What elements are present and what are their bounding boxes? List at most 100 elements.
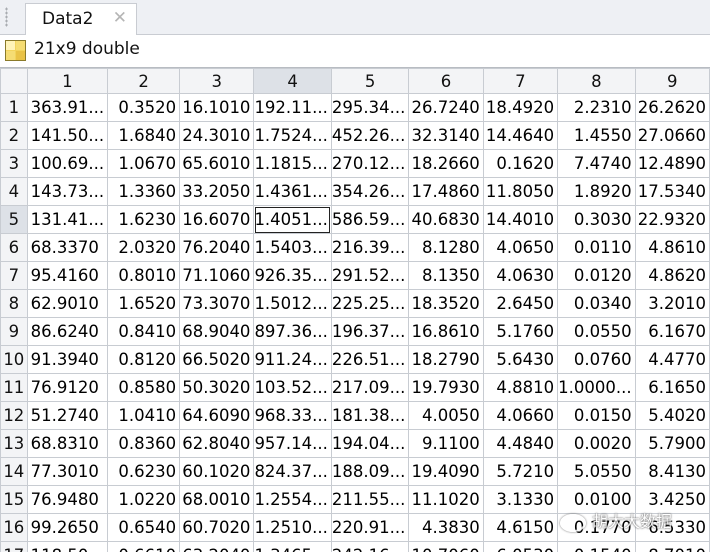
table-cell[interactable]: 0.3030 (558, 206, 635, 234)
table-cell[interactable]: 0.1620 (483, 150, 557, 178)
row-header[interactable]: 9 (1, 318, 28, 346)
table-cell[interactable]: 65.6010 (180, 150, 254, 178)
table-cell[interactable]: 5.1760 (483, 318, 557, 346)
table-cell[interactable]: 1.6840 (108, 122, 180, 150)
table-cell[interactable]: 5.0550 (558, 458, 635, 486)
table-cell[interactable]: 1.3465... (254, 542, 331, 552)
table-cell[interactable]: 4.3830 (409, 514, 483, 542)
table-cell[interactable]: 0.6230 (108, 458, 180, 486)
table-cell[interactable]: 0.6610 (108, 542, 180, 552)
table-cell[interactable]: 354.26... (331, 178, 408, 206)
table-cell[interactable]: 73.3070 (180, 290, 254, 318)
table-cell[interactable]: 62.9010 (27, 290, 107, 318)
row-header[interactable]: 1 (1, 94, 28, 122)
table-cell[interactable]: 192.11... (254, 94, 331, 122)
table-cell[interactable]: 4.0630 (483, 262, 557, 290)
column-header[interactable]: 4 (254, 69, 331, 94)
row-header[interactable]: 13 (1, 430, 28, 458)
table-cell[interactable]: 68.8310 (27, 430, 107, 458)
table-cell[interactable]: 0.0110 (558, 234, 635, 262)
table-cell[interactable]: 897.36... (254, 318, 331, 346)
table-cell[interactable]: 16.8610 (409, 318, 483, 346)
table-cell[interactable]: 51.2740 (27, 402, 107, 430)
table-cell[interactable]: 291.52... (331, 262, 408, 290)
table-cell[interactable]: 181.38... (331, 402, 408, 430)
table-cell[interactable]: 33.2050 (180, 178, 254, 206)
table-cell[interactable]: 131.41... (27, 206, 107, 234)
table-cell[interactable]: 11.8050 (483, 178, 557, 206)
table-cell[interactable]: 0.0550 (558, 318, 635, 346)
table-cell[interactable]: 1.3360 (108, 178, 180, 206)
row-header[interactable]: 2 (1, 122, 28, 150)
table-cell[interactable]: 0.6540 (108, 514, 180, 542)
row-header[interactable]: 4 (1, 178, 28, 206)
table-cell[interactable]: 19.7930 (409, 374, 483, 402)
table-cell[interactable]: 17.4860 (409, 178, 483, 206)
table-cell[interactable]: 957.14... (254, 430, 331, 458)
table-cell[interactable]: 50.3020 (180, 374, 254, 402)
table-cell[interactable]: 926.35... (254, 262, 331, 290)
table-cell[interactable]: 4.0660 (483, 402, 557, 430)
row-header[interactable]: 8 (1, 290, 28, 318)
table-cell[interactable]: 0.8360 (108, 430, 180, 458)
table-cell[interactable]: 5.7900 (635, 430, 709, 458)
table-cell[interactable]: 22.9320 (635, 206, 709, 234)
table-cell[interactable]: 91.3940 (27, 346, 107, 374)
table-cell[interactable]: 0.3520 (108, 94, 180, 122)
table-cell[interactable]: 76.9480 (27, 486, 107, 514)
table-cell[interactable]: 217.09... (331, 374, 408, 402)
table-cell[interactable]: 8.1350 (409, 262, 483, 290)
row-header[interactable]: 7 (1, 262, 28, 290)
table-cell[interactable]: 32.3140 (409, 122, 483, 150)
table-cell[interactable]: 0.1540 (558, 542, 635, 552)
table-cell[interactable]: 27.0660 (635, 122, 709, 150)
column-header[interactable]: 7 (483, 69, 557, 94)
row-header[interactable]: 17 (1, 542, 28, 552)
row-header[interactable]: 12 (1, 402, 28, 430)
table-cell[interactable]: 6.1670 (635, 318, 709, 346)
table-cell[interactable]: 8.4130 (635, 458, 709, 486)
table-cell[interactable]: 4.4840 (483, 430, 557, 458)
table-cell[interactable]: 24.3010 (180, 122, 254, 150)
table-cell[interactable]: 68.3370 (27, 234, 107, 262)
table-cell[interactable]: 16.1010 (180, 94, 254, 122)
table-cell[interactable]: 11.1020 (409, 486, 483, 514)
table-cell[interactable]: 1.4550 (558, 122, 635, 150)
table-cell[interactable]: 4.8810 (483, 374, 557, 402)
column-header[interactable]: 8 (558, 69, 635, 94)
table-cell[interactable]: 1.4361... (254, 178, 331, 206)
table-cell[interactable]: 14.4640 (483, 122, 557, 150)
table-cell[interactable]: 1.8920 (558, 178, 635, 206)
table-cell[interactable]: 77.3010 (27, 458, 107, 486)
table-cell[interactable]: 363.91... (27, 94, 107, 122)
table-cell[interactable]: 452.26... (331, 122, 408, 150)
table-cell[interactable]: 7.4740 (558, 150, 635, 178)
row-header[interactable]: 5 (1, 206, 28, 234)
table-cell[interactable]: 99.2650 (27, 514, 107, 542)
table-cell[interactable]: 0.8410 (108, 318, 180, 346)
table-cell[interactable]: 2.2310 (558, 94, 635, 122)
table-cell[interactable]: 18.4920 (483, 94, 557, 122)
table-cell[interactable]: 1.0000... (558, 374, 635, 402)
table-cell[interactable]: 5.6430 (483, 346, 557, 374)
table-cell[interactable]: 0.0150 (558, 402, 635, 430)
table-cell[interactable]: 100.69... (27, 150, 107, 178)
table-cell[interactable]: 0.8010 (108, 262, 180, 290)
table-cell[interactable]: 18.2660 (409, 150, 483, 178)
table-cell[interactable]: 1.2554... (254, 486, 331, 514)
table-cell[interactable]: 62.8040 (180, 430, 254, 458)
table-cell[interactable]: 76.9120 (27, 374, 107, 402)
table-cell[interactable]: 1.0670 (108, 150, 180, 178)
table-cell[interactable]: 194.04... (331, 430, 408, 458)
drag-grip-icon[interactable] (5, 7, 8, 27)
column-header[interactable]: 5 (331, 69, 408, 94)
table-cell[interactable]: 4.8610 (635, 234, 709, 262)
row-header[interactable]: 6 (1, 234, 28, 262)
table-cell[interactable]: 68.0010 (180, 486, 254, 514)
table-cell[interactable]: 1.2510... (254, 514, 331, 542)
row-header[interactable]: 3 (1, 150, 28, 178)
table-cell[interactable]: 76.2040 (180, 234, 254, 262)
table-cell[interactable]: 220.91... (331, 514, 408, 542)
table-cell[interactable]: 63.2040 (180, 542, 254, 552)
table-cell[interactable]: 143.73... (27, 178, 107, 206)
